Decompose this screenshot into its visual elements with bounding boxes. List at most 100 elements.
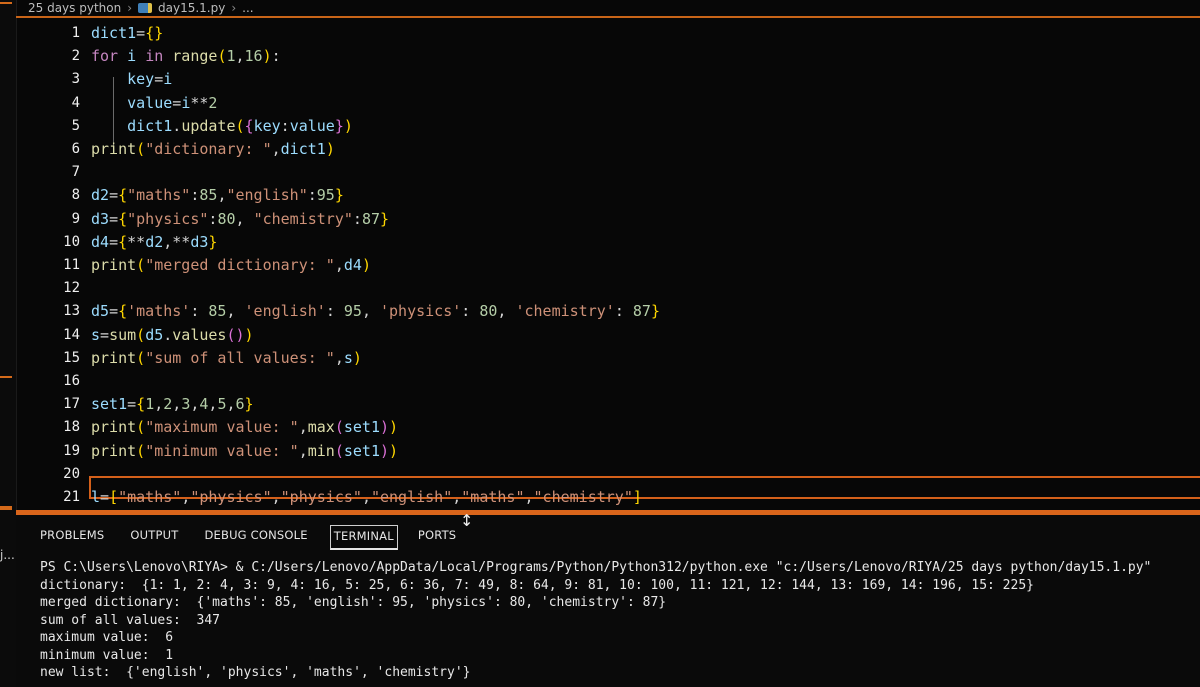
code-token: key xyxy=(127,70,155,89)
code-line[interactable]: 12 xyxy=(16,277,1200,300)
line-number: 9 xyxy=(71,210,80,227)
code-token: = xyxy=(172,93,182,112)
code-token: 85 xyxy=(199,186,218,205)
code-line[interactable]: 14 s=sum(d5.values()) xyxy=(16,324,1200,347)
code-line[interactable]: 9 d3={"physics":80, "chemistry":87} xyxy=(16,208,1200,231)
tab-problems[interactable]: PROBLEMS xyxy=(40,525,117,547)
code-text: dict1={} xyxy=(91,22,163,45)
tab-terminal[interactable]: TERMINAL xyxy=(329,525,398,550)
tab-ports[interactable]: PORTS xyxy=(418,525,469,547)
code-line[interactable]: 10 d4={**d2,**d3} xyxy=(16,231,1200,254)
code-line[interactable]: 17 set1={1,2,3,4,5,6} xyxy=(16,393,1200,416)
code-token: "english" xyxy=(370,488,453,506)
code-token: ** xyxy=(127,232,146,251)
code-token: } xyxy=(244,395,254,414)
code-token: : xyxy=(271,47,281,66)
code-token: ( xyxy=(136,325,146,344)
code-line[interactable]: 3 key=i xyxy=(16,68,1200,91)
code-token: , xyxy=(361,302,380,321)
code-token: 16 xyxy=(244,47,263,66)
outer-accent-mark xyxy=(0,2,12,4)
code-line[interactable]: 8 d2={"maths":85,"english":95} xyxy=(16,184,1200,207)
code-token: : xyxy=(307,186,317,205)
line-number: 4 xyxy=(71,94,80,111)
code-token: 80 xyxy=(217,209,236,228)
code-text: print("sum of all values: ",s) xyxy=(91,347,362,370)
code-token: { xyxy=(244,116,254,135)
code-token: "physics" xyxy=(280,488,362,506)
code-line[interactable]: 4 value=i**2 xyxy=(16,92,1200,115)
code-token: ( xyxy=(136,140,146,158)
code-token: : xyxy=(614,302,633,321)
code-token: range xyxy=(172,47,218,66)
code-token: l xyxy=(91,488,101,506)
code-token: "chemistry" xyxy=(533,488,633,506)
terminal-output[interactable]: PS C:\Users\Lenovo\RIYA> & C:/Users/Leno… xyxy=(40,559,1200,682)
terminal-output-line: minimum value: 1 xyxy=(40,647,174,663)
code-token: 87 xyxy=(361,209,380,228)
code-line[interactable]: 6 print("dictionary: ",dict1) xyxy=(16,138,1200,161)
code-token: , xyxy=(271,488,281,506)
code-token: print xyxy=(91,256,137,274)
python-file-icon xyxy=(138,3,153,13)
line-number: 1 xyxy=(71,25,80,41)
line-number: 6 xyxy=(71,141,80,157)
code-line[interactable]: 15 print("sum of all values: ",s) xyxy=(16,347,1200,370)
code-token: { xyxy=(118,232,128,251)
code-token: 'physics' xyxy=(380,302,462,321)
code-text: for i in range(1,16): xyxy=(91,45,281,68)
tab-debug-console[interactable]: DEBUG CONSOLE xyxy=(204,525,320,547)
code-token: , xyxy=(497,302,516,321)
terminal-command-line: PS C:\Users\Lenovo\RIYA> & C:/Users/Leno… xyxy=(40,560,1152,575)
code-token: value xyxy=(289,116,335,135)
code-token: ( xyxy=(136,418,146,437)
code-token: } xyxy=(334,186,344,205)
code-token: , xyxy=(298,418,308,437)
code-token: 3 xyxy=(181,395,191,414)
code-token: 'english' xyxy=(244,302,326,321)
code-token: "physics" xyxy=(127,209,209,228)
code-line[interactable]: 16 xyxy=(16,370,1200,393)
terminal-output-line: new list: {'english', 'physics', 'maths'… xyxy=(40,665,471,680)
code-line[interactable]: 11 print("merged dictionary: ",d4) xyxy=(16,254,1200,277)
code-line[interactable]: 2 for i in range(1,16): xyxy=(16,45,1200,68)
code-token: 85 xyxy=(208,302,227,321)
code-token: d2 xyxy=(91,186,110,205)
code-line[interactable]: 7 xyxy=(16,161,1200,184)
line-number: 19 xyxy=(63,442,80,459)
code-token: set1 xyxy=(343,418,380,437)
line-number: 21 xyxy=(63,489,80,505)
code-token: d5 xyxy=(145,325,164,344)
code-token: i xyxy=(181,93,191,112)
code-token: ) xyxy=(389,441,399,460)
code-line[interactable]: 5 dict1.update({key:value}) xyxy=(16,115,1200,138)
code-line[interactable]: 21 l=["maths","physics","physics","englis… xyxy=(16,486,1200,509)
code-text: print("dictionary: ",dict1) xyxy=(91,138,335,161)
code-token: = xyxy=(100,325,110,344)
breadcrumb-ellipsis[interactable]: ... xyxy=(242,1,253,15)
code-line[interactable]: 1 dict1={} xyxy=(16,22,1200,45)
chevron-right-icon: › xyxy=(231,1,237,15)
breadcrumb-folder[interactable]: 25 days python xyxy=(28,1,121,15)
code-line[interactable]: 13 d5={'maths': 85, 'english': 95, 'physi… xyxy=(16,300,1200,323)
code-token: ( xyxy=(334,441,344,460)
code-editor[interactable]: 1 dict1={} 2 for i in range(1,16): 3 key=i 4 … xyxy=(16,18,1200,529)
tab-output[interactable]: OUTPUT xyxy=(130,525,191,547)
code-token: : xyxy=(352,209,362,228)
code-line[interactable]: 19 print("minimum value: ",min(set1)) xyxy=(16,440,1200,463)
code-token: = xyxy=(109,209,119,228)
code-token: = xyxy=(109,232,119,251)
terminal-output-line: maximum value: 6 xyxy=(40,630,174,645)
outer-side-text: j... xyxy=(0,548,15,562)
code-line[interactable]: 20 xyxy=(16,463,1200,486)
code-text: print("minimum value: ",min(set1)) xyxy=(91,440,398,463)
code-text: d2={"maths":85,"english":95} xyxy=(91,184,344,207)
code-text: print("merged dictionary: ",d4) xyxy=(91,254,371,277)
code-text: key=i xyxy=(91,68,172,91)
code-token: i xyxy=(127,47,146,66)
breadcrumb-file[interactable]: day15.1.py xyxy=(158,1,225,15)
code-token: 'chemistry' xyxy=(515,302,615,321)
code-line[interactable]: 18 print("maximum value: ",max(set1)) xyxy=(16,416,1200,439)
code-token: = xyxy=(136,24,146,42)
code-token: , xyxy=(271,140,281,158)
